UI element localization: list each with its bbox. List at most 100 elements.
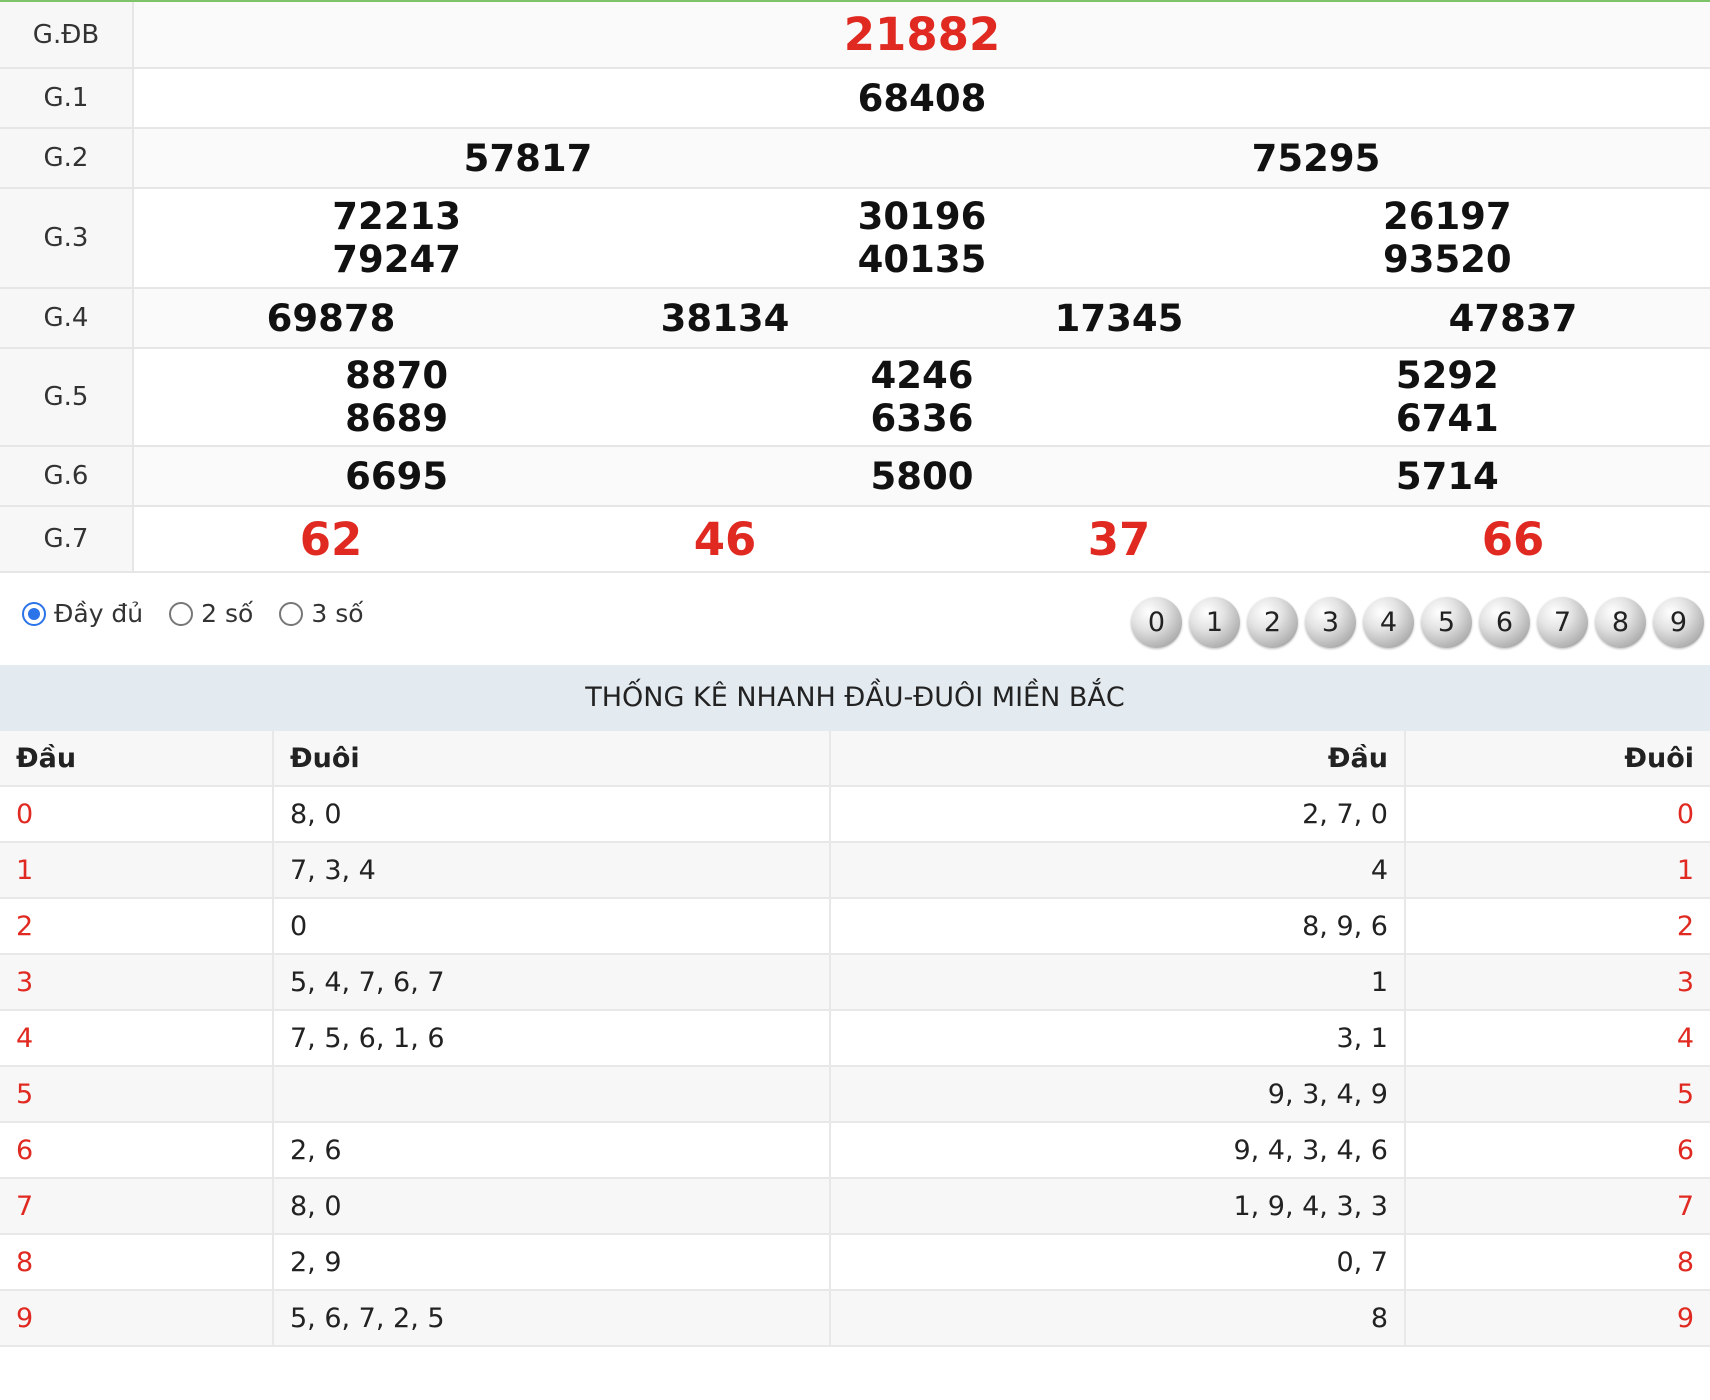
radio-button-icon[interactable]	[279, 601, 304, 626]
prize-cell: 38134	[528, 297, 922, 340]
prize-number: 30196	[857, 195, 987, 238]
duoi-digit-cell: 3	[1404, 954, 1710, 1011]
dau-list-cell: 4	[829, 842, 1405, 899]
dau-list-cell: 0, 7	[829, 1234, 1405, 1291]
prize-cell: 4246 6336	[659, 354, 1184, 440]
dau-list-cell: 1	[829, 954, 1405, 1011]
duoi-digit-cell: 8	[1404, 1234, 1710, 1291]
digit-ball-button[interactable]: 6	[1479, 597, 1530, 648]
prize-cell: 5800	[659, 455, 1184, 498]
radio-option[interactable]: Đầy đủ	[22, 599, 143, 628]
prize-number: 5292	[1395, 354, 1499, 397]
prize-numbers: 57817 75295	[133, 128, 1710, 189]
radio-label: 3 số	[311, 599, 364, 628]
duoi-cell: 2, 6	[272, 1122, 830, 1179]
prize-number: 5714	[1395, 454, 1499, 498]
prize-label: G.5	[0, 348, 134, 447]
prize-number: 66	[1481, 512, 1545, 566]
prize-row: G.4 69878 38134 17345 47837	[0, 288, 1710, 349]
duoi-digit-cell: 5	[1404, 1066, 1710, 1123]
dau-cell: 3	[0, 954, 273, 1011]
prize-label: G.ĐB	[0, 2, 134, 69]
duoi-cell: 7, 5, 6, 1, 6	[272, 1010, 830, 1067]
radio-button-icon[interactable]	[22, 601, 46, 626]
stats-row: 4 7, 5, 6, 1, 6 3, 14	[0, 1010, 1710, 1067]
prize-number: 68408	[857, 76, 987, 120]
prize-number: 21882	[843, 8, 1001, 61]
duoi-cell	[272, 1066, 830, 1123]
radio-option[interactable]: 2 số	[169, 599, 253, 628]
prize-number: 72213	[332, 195, 462, 238]
stats-header-row: Đầu Đuôi Đầu Đuôi	[0, 731, 1710, 787]
dau-cell: 2	[0, 898, 273, 955]
prize-label: G.6	[0, 446, 134, 507]
prize-number: 37	[1087, 512, 1151, 566]
digit-ball-button[interactable]: 5	[1421, 597, 1472, 648]
prize-row: G.7 62 46 37 66	[0, 506, 1710, 573]
prize-number: 75295	[1251, 136, 1381, 180]
prize-row: G.5 8870 8689 4246 6336 5292 6741	[0, 348, 1710, 447]
prize-number: 40135	[857, 238, 987, 281]
dau-cell: 9	[0, 1290, 273, 1347]
duoi-digit-cell: 2	[1404, 898, 1710, 955]
prize-label: G.2	[0, 128, 134, 189]
lottery-results-table: G.ĐB 21882 G.1 68408 G.2 57817 75295 G.3 72213 79…	[0, 2, 1710, 573]
stats-title: THỐNG KÊ NHANH ĐẦU-ĐUÔI MIỀN BẮC	[0, 665, 1710, 731]
radio-button-icon[interactable]	[169, 601, 194, 626]
prize-number: 93520	[1382, 238, 1512, 281]
duoi-cell: 7, 3, 4	[272, 842, 830, 899]
digit-ball-button[interactable]: 9	[1653, 597, 1704, 648]
prize-numbers: 72213 79247 30196 40135 26197 93520	[133, 188, 1710, 289]
prize-number: 4246	[870, 354, 974, 397]
duoi-digit-cell: 6	[1404, 1122, 1710, 1179]
duoi-cell: 5, 6, 7, 2, 5	[272, 1290, 830, 1347]
prize-cell: 68408	[134, 77, 1710, 120]
prize-cell: 62	[134, 517, 528, 562]
header-duoi: Đuôi	[272, 731, 830, 787]
digit-ball-button[interactable]: 2	[1247, 597, 1298, 648]
digit-ball-button[interactable]: 7	[1537, 597, 1588, 648]
prize-numbers: 68408	[133, 68, 1710, 129]
prize-cell: 8870 8689	[134, 354, 659, 440]
duoi-cell: 2, 9	[272, 1234, 830, 1291]
dau-list-cell: 9, 3, 4, 9	[829, 1066, 1405, 1123]
prize-number: 8689	[345, 397, 449, 440]
radio-option[interactable]: 3 số	[279, 599, 364, 628]
stats-row: 8 2, 9 0, 78	[0, 1234, 1710, 1291]
dau-cell: 7	[0, 1178, 273, 1235]
prize-cell: 30196 40135	[659, 195, 1184, 281]
digit-ball-button[interactable]: 4	[1363, 597, 1414, 648]
head-tail-stats-table: Đầu Đuôi Đầu Đuôi 0 8, 0 2, 7, 0 0 1 7, 3, 44…	[0, 731, 1710, 1347]
stats-row: 6 2, 6 9, 4, 3, 4, 66	[0, 1122, 1710, 1179]
digit-filter-buttons: 0123456789	[1131, 597, 1704, 648]
digit-ball-button[interactable]: 8	[1595, 597, 1646, 648]
prize-numbers: 62 46 37 66	[133, 506, 1710, 573]
prize-cell: 37	[922, 512, 1316, 566]
prize-cell: 5714	[1185, 455, 1710, 498]
duoi-cell: 5, 4, 7, 6, 7	[272, 954, 830, 1011]
prize-number: 8870	[345, 354, 449, 397]
radio-label: 2 số	[201, 599, 254, 628]
prize-number: 6695	[345, 454, 449, 498]
duoi-digit-cell: 1	[1404, 842, 1710, 899]
header-dau-2: Đầu	[829, 731, 1405, 787]
display-options-bar: Đầy đủ 2 số 3 số 0123456789	[0, 573, 1710, 665]
digit-ball-button[interactable]: 1	[1189, 597, 1240, 648]
digit-ball-button[interactable]: 0	[1131, 597, 1182, 648]
dau-cell: 8	[0, 1234, 273, 1291]
dau-cell: 6	[0, 1122, 273, 1179]
prize-cell: 47837	[1316, 297, 1710, 340]
prize-row: G.ĐB 21882	[0, 2, 1710, 69]
prize-cell: 5292 6741	[1185, 354, 1710, 440]
prize-number: 5800	[870, 454, 974, 498]
dau-list-cell: 8	[829, 1290, 1405, 1347]
prize-label: G.1	[0, 68, 134, 129]
prize-row: G.1 68408	[0, 68, 1710, 129]
stats-row: 7 8, 0 1, 9, 4, 3, 37	[0, 1178, 1710, 1235]
duoi-digit-cell: 9	[1404, 1290, 1710, 1347]
duoi-digit-cell: 7	[1404, 1178, 1710, 1235]
digit-ball-button[interactable]: 3	[1305, 597, 1356, 648]
digit-mode-radio-group: Đầy đủ 2 số 3 số	[22, 599, 364, 628]
prize-cell: 6695	[134, 455, 659, 498]
prize-cell: 57817	[134, 137, 922, 180]
